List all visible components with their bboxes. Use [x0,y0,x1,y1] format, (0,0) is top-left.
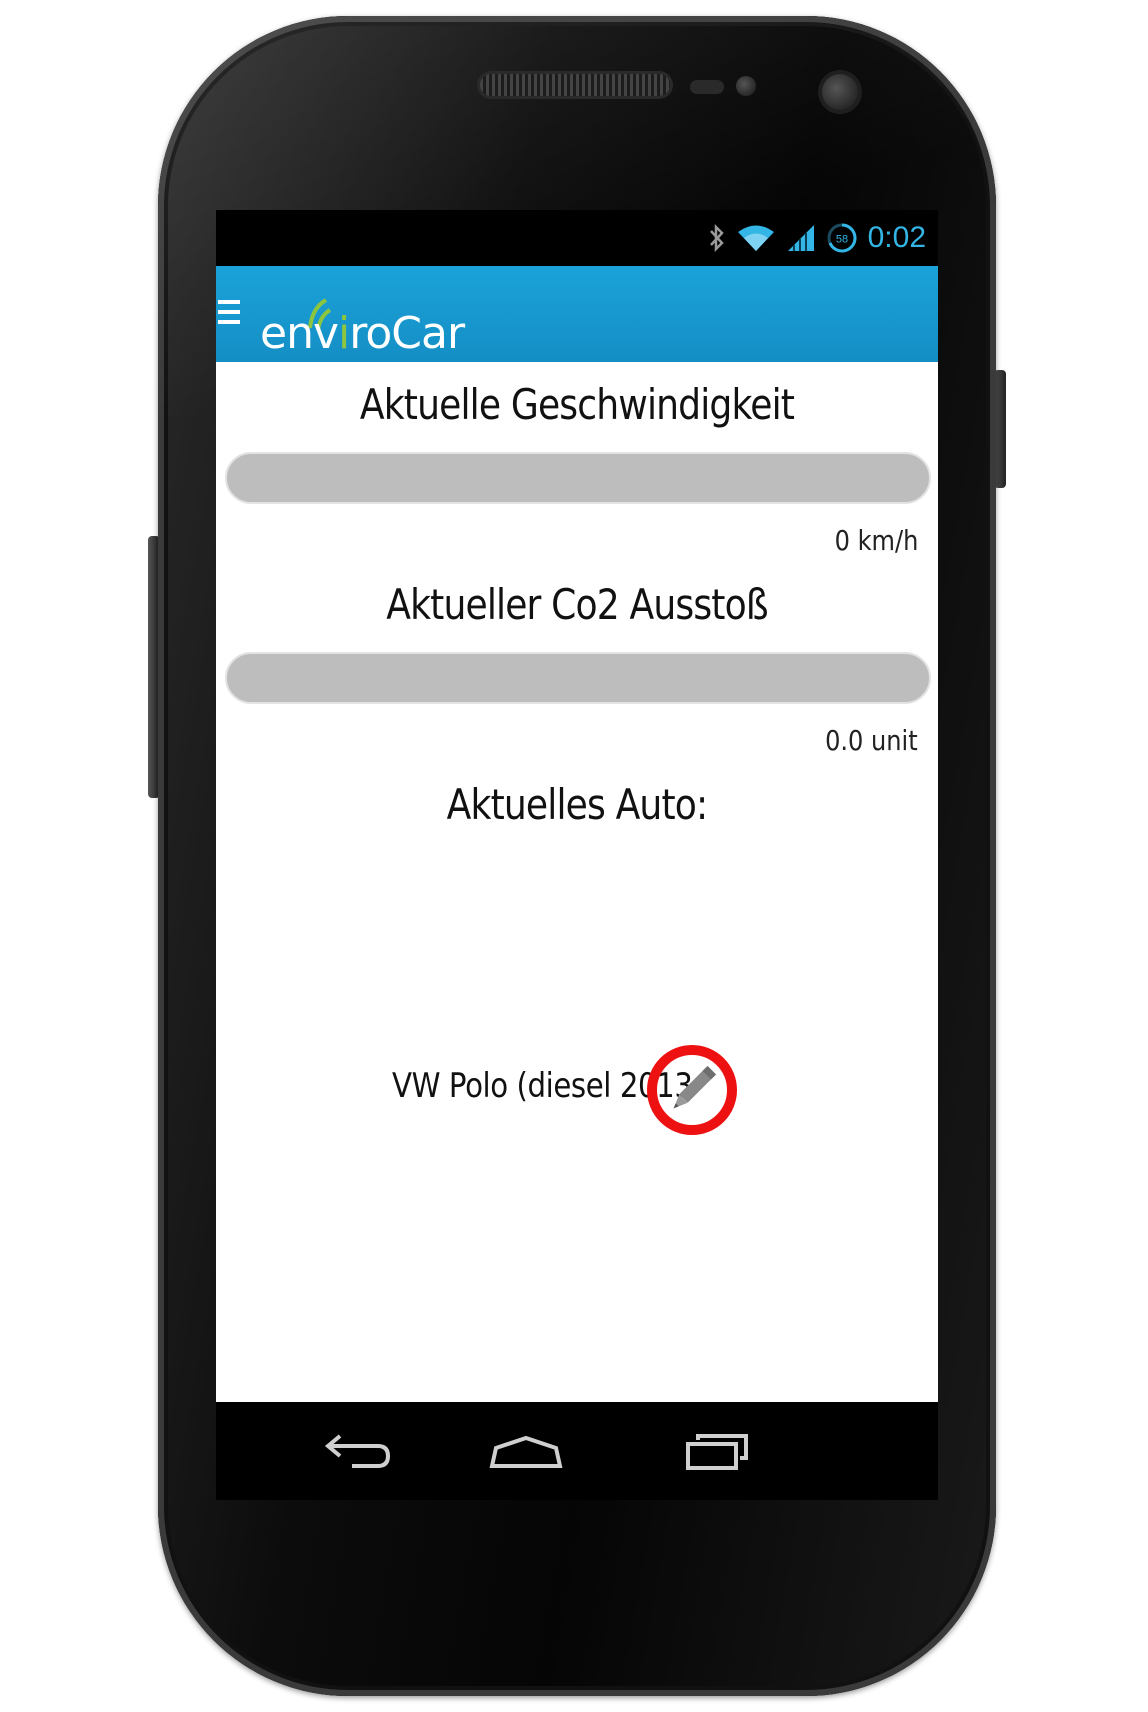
action-bar: enviroCar [216,266,938,362]
clock: 0:02 [867,221,926,254]
car-title: Aktuelles Auto: [446,780,708,829]
co2-title: Aktueller Co2 Ausstoß [386,580,768,629]
speed-progress-bar [225,452,931,504]
front-camera [822,74,858,110]
signal-icon [787,225,814,251]
battery-level: 58 [835,234,847,246]
speed-value: 0 km/h [834,524,918,557]
wifi-icon [737,225,774,251]
earpiece-speaker [480,74,670,96]
co2-value: 0.0 unit [825,724,918,757]
logo-text-rocar: roCar [349,308,466,356]
current-car-row: VW Polo (diesel 2013 [216,1042,938,1142]
envirocar-logo[interactable]: enviroCar [260,286,480,356]
logo-text-i: i [338,308,349,356]
proximity-sensor [690,80,724,94]
recents-icon[interactable] [674,1424,754,1478]
home-icon[interactable] [486,1424,566,1478]
speed-title: Aktuelle Geschwindigkeit [359,380,795,429]
back-icon[interactable] [318,1424,398,1478]
edit-car-button[interactable] [644,1042,740,1138]
screen: 58 0:02 enviroCar Aktuelle Geschwindigke… [216,210,938,1500]
bluetooth-icon [709,223,724,253]
dashboard-content: Aktuelle Geschwindigkeit 0 km/h Aktuelle… [216,362,938,1402]
battery-icon: 58 [827,223,857,253]
navigation-bar [216,1402,938,1500]
device-mockup: 58 0:02 enviroCar Aktuelle Geschwindigke… [0,0,1148,1712]
hamburger-menu-icon[interactable] [218,300,240,330]
svg-text:enviroCar: enviroCar [260,308,466,356]
status-bar: 58 0:02 [216,210,938,266]
pencil-icon [647,1045,737,1135]
co2-progress-bar [225,652,931,704]
logo-text-env: env [260,308,338,356]
light-sensor [736,76,756,96]
